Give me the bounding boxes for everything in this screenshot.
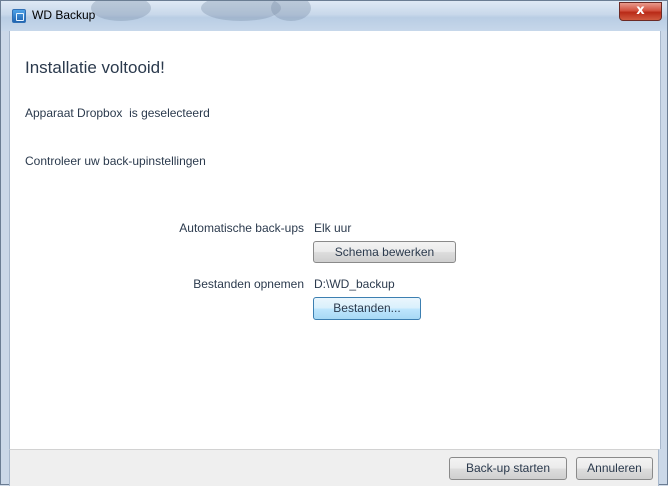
start-backup-button[interactable]: Back-up starten bbox=[449, 457, 567, 480]
title-bar-glass-reflection bbox=[271, 1, 311, 21]
files-button[interactable]: Bestanden... bbox=[313, 297, 421, 320]
page-title: Installatie voltooid! bbox=[25, 58, 165, 77]
auto-backup-value: Elk uur bbox=[314, 221, 352, 235]
edit-schedule-button[interactable]: Schema bewerken bbox=[313, 241, 456, 263]
wizard-content: Installatie voltooid! Apparaat Dropbox i… bbox=[9, 31, 661, 449]
include-files-label: Bestanden opnemen bbox=[193, 277, 304, 291]
cancel-button[interactable]: Annuleren bbox=[576, 457, 653, 480]
app-icon bbox=[12, 9, 26, 23]
title-bar[interactable]: WD Backup x bbox=[1, 1, 667, 31]
title-bar-glass-reflection bbox=[201, 1, 281, 21]
include-files-value: D:\WD_backup bbox=[314, 277, 395, 291]
device-selected-text: Apparaat Dropbox is geselecteerd bbox=[25, 106, 210, 120]
window-title: WD Backup bbox=[32, 8, 96, 22]
wizard-footer: Back-up starten Annuleren bbox=[9, 449, 659, 486]
close-button[interactable]: x bbox=[619, 2, 662, 21]
app-window: WD Backup x Installatie voltooid! Appara… bbox=[0, 0, 668, 486]
title-bar-glass-reflection bbox=[91, 1, 151, 21]
auto-backup-label: Automatische back-ups bbox=[179, 221, 304, 235]
check-settings-text: Controleer uw back-upinstellingen bbox=[25, 154, 206, 168]
close-icon: x bbox=[636, 3, 645, 18]
